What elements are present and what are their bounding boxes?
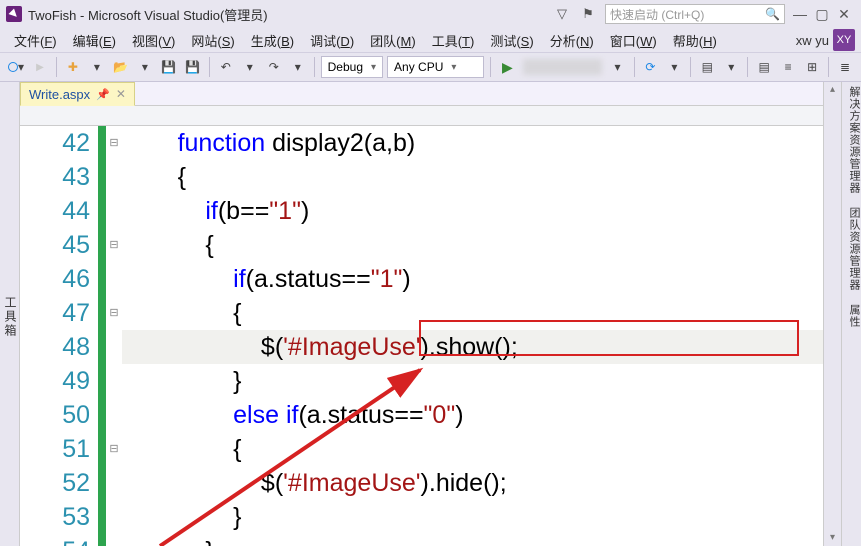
change-tracker: [98, 126, 106, 546]
nav-forward-button[interactable]: [29, 56, 51, 78]
toggle-ws-button[interactable]: [777, 56, 799, 78]
solution-config-dropdown[interactable]: Debug▾: [321, 56, 383, 78]
save-all-button[interactable]: [182, 56, 204, 78]
menu-b[interactable]: 生成(B): [243, 29, 302, 52]
start-target-label: [523, 59, 601, 75]
scroll-down-icon[interactable]: ▾: [824, 530, 841, 546]
menu-d[interactable]: 调试(D): [302, 29, 362, 52]
standard-toolbar: ▾ ▾ ▾ ▾ ▾ Debug▾ Any CPU▾ ▶ ▾ ▾ ▾ ▤ ⊞ ≣: [0, 52, 861, 82]
editor-area: Write.aspx 📌 ✕ 4243444546474849505152535…: [20, 82, 823, 546]
code-lines[interactable]: function display2(a,b) { if(b=="1") { if…: [122, 126, 823, 546]
nav-back-button[interactable]: ▾: [5, 56, 27, 78]
undo-button[interactable]: [215, 56, 237, 78]
title-bar: TwoFish - Microsoft Visual Studio(管理员) ▽…: [0, 0, 861, 28]
minimize-button[interactable]: —: [789, 4, 811, 24]
search-icon: 🔍: [765, 7, 780, 21]
vertical-scrollbar[interactable]: ▴ ▾: [823, 82, 841, 546]
quick-launch-placeholder: 快速启动 (Ctrl+Q): [610, 6, 704, 23]
menu-n[interactable]: 分析(N): [542, 29, 602, 52]
menu-f[interactable]: 文件(F): [6, 29, 65, 52]
close-button[interactable]: ✕: [833, 4, 855, 24]
start-debug-button[interactable]: ▶: [496, 56, 518, 78]
avatar[interactable]: XY: [833, 29, 855, 51]
pin-icon[interactable]: 📌: [96, 88, 110, 101]
redo-dropdown[interactable]: ▾: [287, 56, 309, 78]
notifications-icon[interactable]: ▽: [552, 4, 572, 24]
solution-platform-dropdown[interactable]: Any CPU▾: [387, 56, 484, 78]
scroll-up-icon[interactable]: ▴: [824, 82, 841, 98]
menu-m[interactable]: 团队(M): [362, 29, 424, 52]
doc-outline-button[interactable]: ▤: [753, 56, 775, 78]
menu-bar: 文件(F)编辑(E)视图(V)网站(S)生成(B)调试(D)团队(M)工具(T)…: [0, 28, 861, 52]
close-tab-icon[interactable]: ✕: [116, 87, 126, 101]
window-title: TwoFish - Microsoft Visual Studio(管理员): [28, 5, 268, 24]
document-tab-strip: Write.aspx 📌 ✕: [20, 82, 823, 106]
menu-w[interactable]: 窗口(W): [602, 29, 665, 52]
vs-logo-icon: [6, 6, 22, 22]
restore-button[interactable]: ▢: [811, 4, 833, 24]
feedback-icon[interactable]: ⚑: [578, 4, 598, 24]
browser-refresh-button[interactable]: [639, 56, 661, 78]
signed-in-user[interactable]: xw yu: [796, 33, 829, 48]
start-dropdown[interactable]: ▾: [607, 56, 629, 78]
menu-s[interactable]: 网站(S): [183, 29, 242, 52]
table-button[interactable]: ⊞: [801, 56, 823, 78]
fold-gutter[interactable]: ⊟ ⊟ ⊟ ⊟: [106, 126, 122, 546]
redo-button[interactable]: [263, 56, 285, 78]
document-dropdown-bar[interactable]: [20, 106, 823, 126]
extensions-dropdown[interactable]: ▾: [720, 56, 742, 78]
undo-dropdown[interactable]: ▾: [239, 56, 261, 78]
extensions-button[interactable]: [696, 56, 718, 78]
menu-e[interactable]: 编辑(E): [65, 29, 124, 52]
menu-v[interactable]: 视图(V): [124, 29, 183, 52]
quick-launch-input[interactable]: 快速启动 (Ctrl+Q) 🔍: [605, 4, 785, 24]
open-dropdown[interactable]: ▾: [134, 56, 156, 78]
document-tab-label: Write.aspx: [29, 87, 90, 102]
menu-s[interactable]: 测试(S): [482, 29, 541, 52]
line-number-gutter: 42434445464748495051525354: [20, 126, 98, 546]
workspace: 工具箱 Write.aspx 📌 ✕ 424344454647484950515…: [0, 82, 861, 546]
open-file-button[interactable]: [110, 56, 132, 78]
code-editor[interactable]: 42434445464748495051525354 ⊟ ⊟ ⊟ ⊟ funct…: [20, 126, 823, 546]
toolbox-well[interactable]: 工具箱: [0, 82, 20, 546]
menu-h[interactable]: 帮助(H): [665, 29, 725, 52]
menu-t[interactable]: 工具(T): [424, 29, 483, 52]
save-button[interactable]: [158, 56, 180, 78]
browser-dropdown[interactable]: ▾: [663, 56, 685, 78]
new-project-button[interactable]: [62, 56, 84, 78]
document-tab-active[interactable]: Write.aspx 📌 ✕: [20, 82, 135, 106]
new-project-dropdown[interactable]: ▾: [86, 56, 108, 78]
comment-button[interactable]: ≣: [834, 56, 856, 78]
right-tool-wells[interactable]: 解决方案资源管理器 团队资源管理器 属性: [841, 82, 861, 546]
